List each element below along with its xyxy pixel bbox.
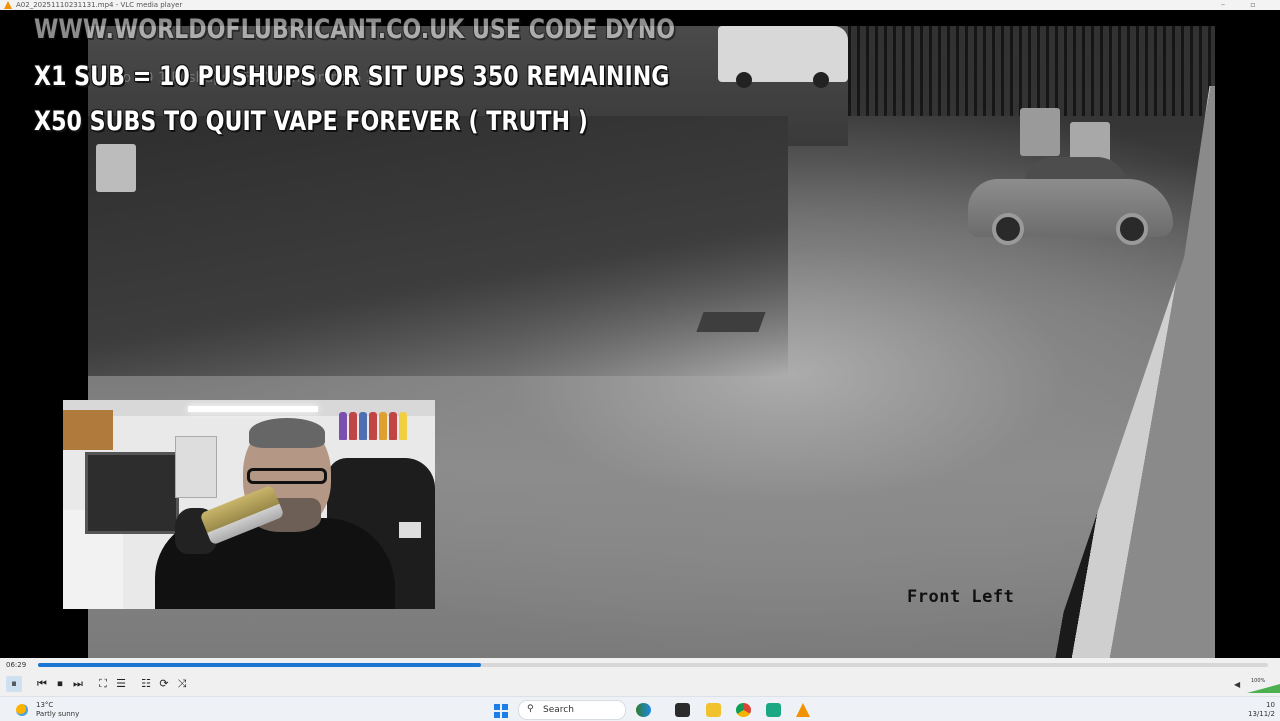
minimize-icon[interactable]: – (1212, 0, 1234, 10)
window-title: A02_20251110231131.mp4 - VLC media playe… (16, 1, 183, 9)
extended-settings-button[interactable]: ☰ (113, 676, 129, 692)
previous-button[interactable]: ⏮ (34, 676, 50, 692)
search-icon: ⚲ (527, 704, 534, 714)
tarmac-area (88, 116, 788, 376)
parked-car (968, 151, 1173, 247)
playlist-button[interactable]: ☷ (138, 676, 154, 692)
wheelie-bin (1020, 108, 1060, 156)
start-icon[interactable] (494, 704, 508, 718)
search-label: Search (543, 705, 574, 715)
weather-condition[interactable]: Partly sunny (36, 710, 79, 718)
weather-temperature[interactable]: 13°C (36, 701, 53, 709)
taskbar: 13°C Partly sunny ⚲ Search 10 13/11/2 (0, 696, 1280, 721)
vlc-cone-icon (4, 1, 12, 9)
seek-row: 06:29 (0, 658, 1280, 672)
widgets-icon[interactable] (636, 703, 651, 717)
playback-controls: ⏸ ⏮ ⏹ ⏭ ⛶ ☰ ☷ ⟳ ⤨ ◀ 100% (0, 672, 1280, 696)
file-explorer-icon[interactable] (706, 703, 721, 717)
clock-date[interactable]: 13/11/2 (1248, 710, 1275, 718)
fullscreen-button[interactable]: ⛶ (95, 676, 111, 692)
overlay-pushups-text: X1 SUB = 10 PUSHUPS OR SIT UPS 350 REMAI… (34, 61, 670, 92)
webcam-overlay (63, 400, 435, 609)
search-box[interactable]: ⚲ Search (518, 700, 626, 720)
maximize-icon[interactable]: ▫ (1242, 0, 1264, 10)
volume-slider[interactable] (1247, 684, 1280, 693)
overlay-website-text: WWW.WORLDOFLUBRICANT.CO.UK USE CODE DYNO (34, 14, 676, 45)
motorhome (718, 26, 848, 88)
metal-fence (848, 26, 1215, 116)
drain-cover (696, 312, 766, 332)
clock-time[interactable]: 10 (1266, 701, 1275, 709)
app-icon[interactable] (766, 703, 781, 717)
weather-icon[interactable] (16, 704, 28, 716)
title-bar: A02_20251110231131.mp4 - VLC media playe… (0, 0, 1280, 10)
overlay-vape-text: X50 SUBS TO QUIT VAPE FOREVER ( TRUTH ) (34, 106, 588, 137)
shuffle-button[interactable]: ⤨ (174, 676, 190, 692)
seek-bar[interactable] (38, 663, 1268, 667)
stop-button[interactable]: ⏹ (52, 676, 68, 692)
vlc-icon[interactable] (796, 703, 810, 717)
loop-button[interactable]: ⟳ (156, 676, 172, 692)
camera-label: Front Left (907, 587, 1015, 607)
speaker-icon[interactable]: ◀ (1234, 680, 1240, 689)
next-button[interactable]: ⏭ (70, 676, 86, 692)
pause-button[interactable]: ⏸ (6, 676, 22, 692)
office-monitor (85, 452, 179, 534)
elapsed-time: 06:29 (6, 661, 27, 669)
seek-progress (38, 663, 481, 667)
chrome-icon[interactable] (736, 703, 751, 717)
task-view-icon[interactable] (675, 703, 690, 717)
wheelie-bin (96, 144, 136, 192)
